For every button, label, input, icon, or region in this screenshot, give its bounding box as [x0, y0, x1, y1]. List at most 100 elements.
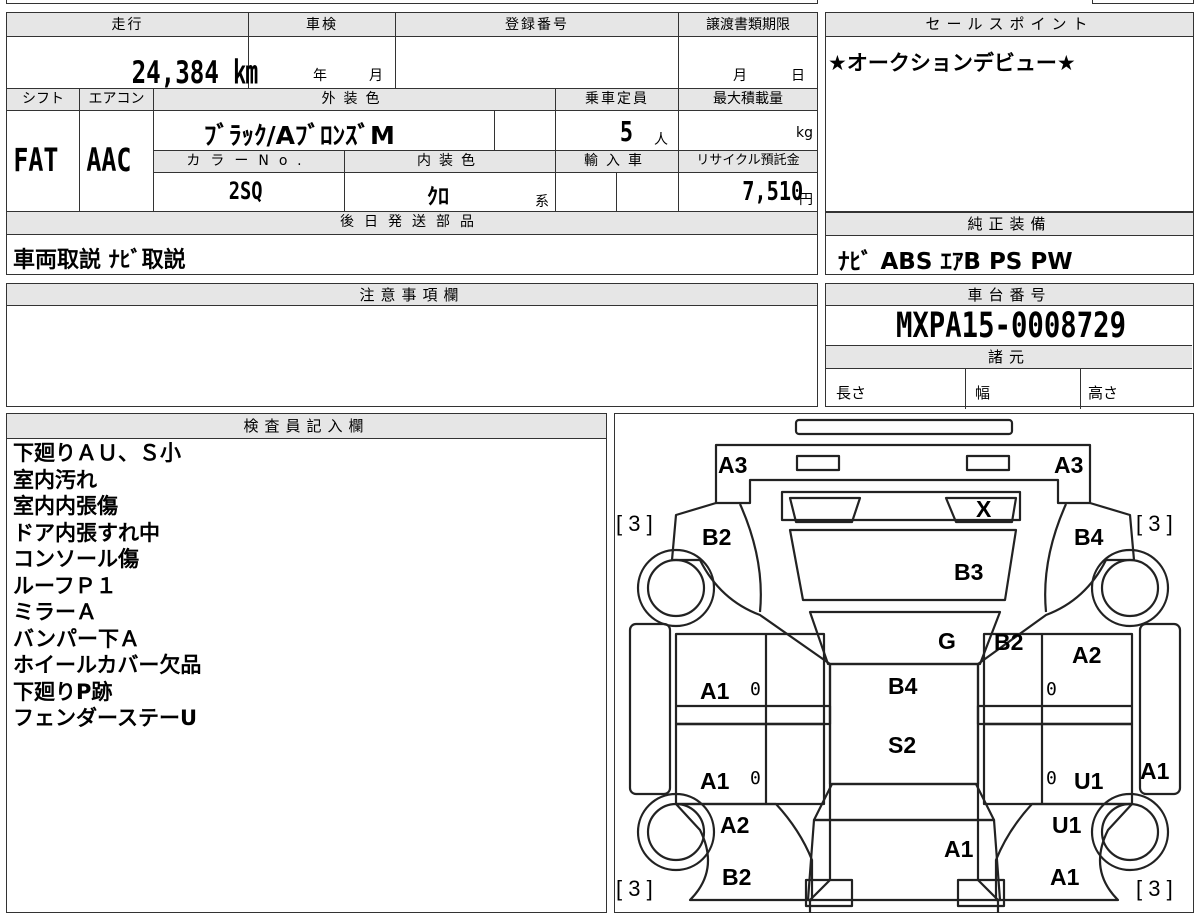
loadcap-cell: kg [679, 111, 817, 151]
registration-cell [396, 37, 679, 89]
transfer-cell: 月 日 [679, 37, 817, 89]
note-line: バンパー下Ａ [13, 626, 141, 651]
note-line: コンソール傷 [13, 547, 139, 571]
capacity-unit: 人 [654, 132, 668, 148]
left-door-rear [674, 722, 825, 805]
exterior-cell: ﾌﾞﾗｯｸ/AﾌﾞﾛﾝｽﾞM [154, 111, 495, 151]
top-strip [6, 0, 818, 4]
color-no-value: 2SQ [228, 177, 263, 205]
sales-point-box: セールスポイント ★オークションデビュー★ [825, 12, 1194, 212]
car-diagram: A3 A3 X B3 G B2 B4 S2 A1 B2 B4 A1 A1 A2 … [616, 418, 1181, 913]
chassis-box: 車台番号 MXPA15-0008729 諸元 長さ 幅 高さ [825, 283, 1194, 409]
label-door-fl: A1 [700, 678, 730, 704]
chassis-number: MXPA15-0008729 [895, 306, 1127, 346]
recycle-value: 7,510 [741, 177, 803, 207]
left-fender-line [738, 503, 762, 612]
note-line: 下廻りＡＵ、Ｓ小 [13, 441, 181, 465]
left-sill [628, 622, 671, 795]
capacity-header: 乗車定員 [556, 89, 679, 111]
label-rear-roof: S2 [888, 732, 916, 758]
right-door-rear [982, 722, 1133, 805]
inspection-month: 月 [369, 68, 383, 84]
loadcap-header: 最大積載量 [679, 89, 817, 111]
wheel-front-left-inner [646, 558, 705, 617]
inspector-notes: 下廻りＡＵ、Ｓ小 室内汚れ 室内内張傷 ドア内張すれ中 コンソール傷 ルーフＰ１… [13, 440, 201, 732]
dims-header: 諸元 [826, 345, 1192, 369]
wheel-rear-left-inner [646, 802, 705, 861]
recycle-cell: 7,510 円 [679, 173, 817, 212]
mileage-value: 24,384 ㎞ [131, 55, 258, 91]
exterior-value: ﾌﾞﾗｯｸ/AﾌﾞﾛﾝｽﾞM [204, 121, 395, 150]
color-no-header: カラーNo. [154, 151, 345, 173]
label-fender-fr: B4 [1074, 524, 1104, 550]
exterior-extra-cell [495, 111, 556, 151]
note-line: 下廻りP跡 [13, 679, 113, 704]
label-qtr-rr: U1 [1052, 812, 1082, 838]
top-strip-right [1092, 0, 1194, 4]
interior-header: 内装色 [345, 151, 556, 173]
caution-header: 注意事項欄 [7, 284, 817, 306]
capacity-cell: 5 人 [556, 111, 679, 151]
windshield-left [788, 496, 861, 523]
label-front-left: A3 [718, 452, 747, 478]
interior-cell: ｸﾛ 系 [345, 173, 556, 212]
label-door-rr: U1 [1074, 768, 1104, 794]
sales-point-text: ★オークションデビュー★ [828, 51, 1076, 75]
label-qtr-rl: A2 [720, 812, 749, 838]
dims-length: 長さ [836, 384, 867, 402]
note-line: 室内汚れ [13, 467, 97, 492]
spec-table: 走行 車検 登録番号 譲渡書類期限 24,384 ㎞ 年 月 月 日 シフト エ… [6, 12, 818, 275]
registration-header: 登録番号 [396, 13, 679, 37]
equipment-text: ﾅﾋﾞ ABS ｴｱB PS PW [838, 249, 1073, 275]
caution-box: 注意事項欄 [6, 283, 818, 407]
interior-value: ｸﾛ [427, 185, 450, 210]
dims-divider-2 [1080, 369, 1081, 409]
rear-glass [812, 782, 995, 821]
zero-mark-rr: 0 [1046, 768, 1057, 789]
exterior-header: 外装色 [154, 89, 556, 111]
dims-height: 高さ [1088, 384, 1119, 402]
right-fender-line [1043, 503, 1067, 612]
label-cowl-right: B2 [994, 629, 1023, 655]
sales-point-header: セールスポイント [826, 13, 1193, 37]
label-sill-r: A1 [1140, 758, 1170, 784]
equipment-header: 純正装備 [826, 212, 1193, 236]
zero-mark-rl: 0 [750, 768, 761, 789]
tire-front-left: [ 3 ] [616, 511, 653, 536]
mileage-cell: 24,384 ㎞ [7, 37, 258, 91]
dims-divider-1 [965, 369, 966, 409]
front-left-lamp [795, 454, 840, 471]
ac-value: AAC [86, 141, 132, 179]
tire-rear-right: [ 3 ] [1136, 876, 1173, 901]
mileage-header: 走行 [7, 13, 249, 37]
note-line: ミラーＡ [13, 600, 97, 624]
left-door-frame [675, 704, 831, 725]
cowl [808, 610, 1001, 665]
recycle-header: リサイクル預託金 [679, 151, 817, 173]
note-line: ホイールカバー欠品 [13, 653, 202, 677]
label-trunk: A1 [944, 836, 974, 862]
wheel-front-left-outer [636, 548, 715, 627]
equipment-box: 純正装備 ﾅﾋﾞ ABS ｴｱB PS PW [825, 212, 1194, 275]
front-right-lamp [965, 454, 1010, 471]
wheel-rear-right-inner [1100, 802, 1159, 861]
ac-header: エアコン [80, 89, 154, 111]
zero-mark-fr: 0 [1046, 679, 1057, 700]
transfer-month: 月 [733, 68, 747, 84]
shift-value: FAT [13, 141, 59, 179]
inspection-header: 車検 [249, 13, 396, 37]
label-door-fr: A2 [1072, 642, 1101, 668]
ac-cell: AAC [80, 111, 154, 212]
inspector-box: 検査員記入欄 下廻りＡＵ、Ｓ小 室内汚れ 室内内張傷 ドア内張すれ中 コンソール… [6, 413, 607, 913]
capacity-value: 5 [619, 115, 634, 148]
label-roof: B4 [888, 673, 918, 699]
label-fender-fl: B2 [702, 524, 731, 550]
interior-suffix: 系 [535, 194, 549, 210]
front-bumper-top [794, 418, 1013, 435]
later-parts-value: 車両取説 ﾅﾋﾞ取説 [13, 248, 186, 273]
inspection-year: 年 [313, 68, 327, 84]
note-line: フェンダーステーU [13, 706, 198, 730]
tire-front-right: [ 3 ] [1136, 511, 1173, 536]
import-cell-a [556, 173, 617, 212]
label-windshield: X [976, 496, 992, 522]
